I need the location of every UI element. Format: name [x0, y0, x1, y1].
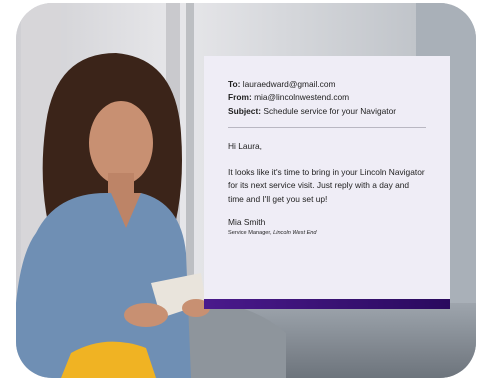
email-card-accent-bar: [204, 299, 450, 309]
email-signature-role: Service Manager, Lincoln West End: [228, 230, 426, 238]
email-signature-title: Service Manager,: [228, 229, 272, 236]
email-from-value: mia@lincolnwestend.com: [254, 92, 350, 103]
email-greeting: Hi Laura,: [228, 141, 262, 152]
email-from-label: From:: [228, 92, 252, 103]
email-to-value: lauraedward@gmail.com: [242, 79, 336, 89]
email-signature-name: Mia Smith: [228, 217, 266, 228]
email-signature-company: Lincoln West End: [273, 229, 317, 236]
email-subject-line: Subject: Schedule service for your Navig…: [228, 105, 426, 118]
email-subject-value: Schedule service for your Navigator: [263, 105, 397, 116]
email-header-divider: [228, 127, 426, 129]
email-to-line: To: lauraedward@gmail.com: [228, 78, 426, 91]
email-body: It looks like it's time to bring in your…: [228, 166, 425, 204]
marketing-image-frame: To: lauraedward@gmail.com From: mia@linc…: [16, 3, 476, 378]
email-preview-card: To: lauraedward@gmail.com From: mia@linc…: [204, 56, 450, 309]
email-from-line: From: mia@lincolnwestend.com: [228, 91, 426, 104]
email-subject-label: Subject:: [228, 105, 262, 116]
email-to-label: To:: [228, 79, 241, 89]
